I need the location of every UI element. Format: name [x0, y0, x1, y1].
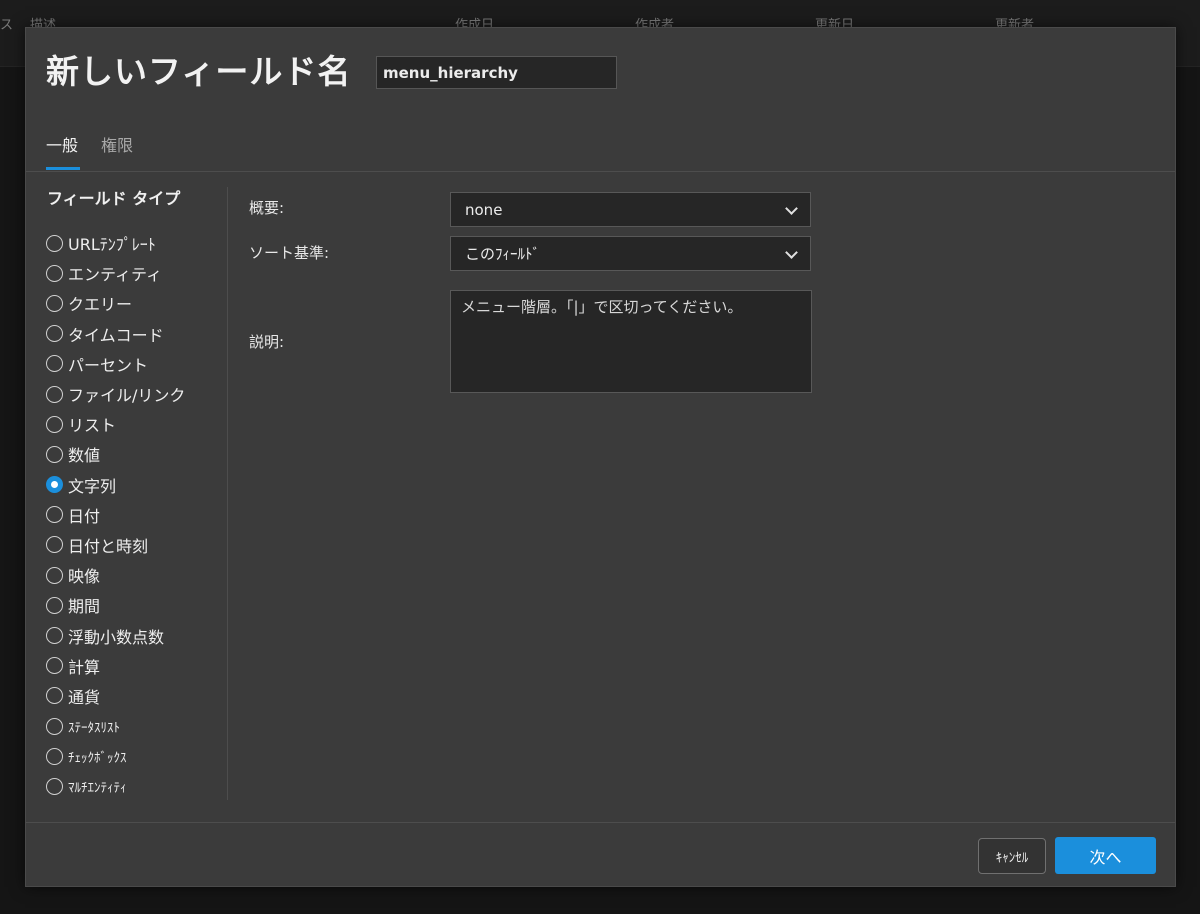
field-type-option[interactable]: 日付と時刻: [46, 530, 236, 560]
column-divider: [227, 187, 228, 800]
summary-label: 概要:: [249, 199, 285, 217]
field-type-option[interactable]: 映像: [46, 560, 236, 590]
new-field-dialog: 新しいフィールド名 一般 権限 フィールド タイプ URLﾃﾝﾌﾟﾚｰﾄ エンティ…: [25, 27, 1176, 887]
field-type-label: 計算: [68, 657, 101, 677]
radio-unchecked-icon[interactable]: [46, 747, 63, 765]
field-type-option[interactable]: 期間: [46, 590, 236, 620]
field-type-label: 日付: [68, 506, 101, 526]
field-type-label: タイムコード: [68, 325, 164, 345]
tab-general[interactable]: 一般: [46, 132, 78, 156]
field-type-option[interactable]: ﾁｪｯｸﾎﾞｯｸｽ: [46, 741, 236, 771]
active-tab-indicator: [46, 167, 80, 170]
radio-unchecked-icon[interactable]: [46, 385, 63, 403]
summary-select-value: none: [465, 200, 503, 219]
field-type-option[interactable]: タイムコード: [46, 319, 236, 349]
field-type-option[interactable]: ﾏﾙﾁｴﾝﾃｨﾃｨ: [46, 771, 236, 801]
radio-unchecked-icon[interactable]: [46, 264, 63, 282]
radio-unchecked-icon[interactable]: [46, 294, 63, 312]
sort-select[interactable]: このﾌｨｰﾙﾄﾞ: [450, 236, 811, 271]
radio-unchecked-icon[interactable]: [46, 687, 63, 705]
field-type-option[interactable]: リスト: [46, 409, 236, 439]
radio-unchecked-icon[interactable]: [46, 777, 63, 795]
sort-label: ソート基準:: [249, 244, 330, 262]
tab-permissions[interactable]: 権限: [101, 132, 133, 156]
field-type-option[interactable]: 浮動小数点数: [46, 620, 236, 650]
field-type-option[interactable]: 計算: [46, 651, 236, 681]
radio-unchecked-icon[interactable]: [46, 536, 63, 554]
field-type-option[interactable]: クエリー: [46, 288, 236, 318]
summary-select[interactable]: none: [450, 192, 811, 227]
field-type-option[interactable]: URLﾃﾝﾌﾟﾚｰﾄ: [46, 228, 236, 258]
chevron-down-icon: [785, 202, 798, 215]
radio-unchecked-icon[interactable]: [46, 445, 63, 463]
field-type-option[interactable]: 日付: [46, 500, 236, 530]
radio-unchecked-icon[interactable]: [46, 627, 63, 645]
next-button[interactable]: 次へ: [1055, 837, 1156, 874]
radio-unchecked-icon[interactable]: [46, 596, 63, 614]
footer-divider: [26, 822, 1175, 823]
field-type-label: パーセント: [68, 355, 149, 375]
field-type-option[interactable]: 数値: [46, 439, 236, 469]
radio-unchecked-icon[interactable]: [46, 234, 63, 252]
field-type-option[interactable]: エンティティ: [46, 258, 236, 288]
radio-unchecked-icon[interactable]: [46, 355, 63, 373]
field-type-label: エンティティ: [68, 265, 163, 285]
description-textarea[interactable]: メニュー階層。「|」で区切ってください。: [450, 290, 812, 393]
field-type-label: ファイル/リンク: [68, 386, 186, 406]
field-type-label: 文字列: [68, 476, 117, 496]
field-type-option[interactable]: ｽﾃｰﾀｽﾘｽﾄ: [46, 711, 236, 741]
field-type-label: 日付と時刻: [68, 536, 149, 556]
field-name-input[interactable]: [376, 56, 617, 89]
field-type-label: リスト: [68, 416, 117, 436]
field-type-label: 数値: [68, 446, 101, 466]
field-type-option[interactable]: 通貨: [46, 681, 236, 711]
description-label: 説明:: [249, 333, 285, 351]
field-type-label: 映像: [68, 567, 101, 587]
field-type-option[interactable]: ファイル/リンク: [46, 379, 236, 409]
field-type-label: クエリー: [68, 295, 133, 315]
radio-checked-icon[interactable]: [46, 476, 63, 494]
field-type-option[interactable]: パーセント: [46, 349, 236, 379]
field-type-label: ｽﾃｰﾀｽﾘｽﾄ: [68, 720, 120, 736]
radio-unchecked-icon[interactable]: [46, 325, 63, 343]
radio-unchecked-icon[interactable]: [46, 415, 63, 433]
field-type-label: 浮動小数点数: [68, 627, 165, 647]
tabs-divider: [26, 171, 1175, 172]
field-type-option[interactable]: 文字列: [46, 470, 236, 500]
field-type-label: 通貨: [68, 687, 101, 707]
field-type-label: ﾁｪｯｸﾎﾞｯｸｽ: [68, 750, 127, 766]
field-type-label: 期間: [68, 597, 101, 617]
field-type-radio-group: URLﾃﾝﾌﾟﾚｰﾄ エンティティ クエリータイムコード パーセントファイル/リンクリ…: [46, 228, 236, 802]
sort-select-value: このﾌｨｰﾙﾄﾞ: [465, 245, 541, 263]
field-type-heading: フィールド タイプ: [47, 189, 181, 208]
field-type-label: ﾏﾙﾁｴﾝﾃｨﾃｨ: [68, 780, 127, 796]
chevron-down-icon: [785, 246, 798, 259]
radio-unchecked-icon[interactable]: [46, 506, 63, 524]
cancel-button[interactable]: ｷｬﾝｾﾙ: [978, 838, 1046, 874]
field-type-label: URLﾃﾝﾌﾟﾚｰﾄ: [68, 235, 156, 255]
radio-unchecked-icon[interactable]: [46, 657, 63, 675]
background-column-fragment: ス: [0, 18, 14, 33]
radio-unchecked-icon[interactable]: [46, 717, 63, 735]
dialog-title: 新しいフィールド名: [46, 52, 352, 91]
radio-unchecked-icon[interactable]: [46, 566, 63, 584]
